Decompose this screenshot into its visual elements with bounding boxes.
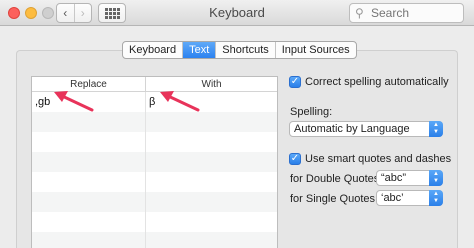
popup-arrows-icon: ▲ ▼ (429, 190, 443, 206)
double-quotes-value: “abc” (381, 172, 407, 184)
single-quotes-select[interactable]: ‘abc’ ▲ ▼ (376, 190, 443, 206)
table-row[interactable] (32, 112, 277, 132)
spelling-value: Automatic by Language (294, 123, 410, 135)
checkmark-icon: ✓ (289, 153, 301, 165)
annotation-arrow-icon (160, 91, 200, 112)
checkmark-icon: ✓ (289, 76, 301, 88)
spelling-select[interactable]: Automatic by Language ▲ ▼ (289, 121, 443, 137)
table-row[interactable] (32, 152, 277, 172)
table-row[interactable] (32, 132, 277, 152)
spelling-label: Spelling: (290, 106, 333, 118)
search-field[interactable]: ⚲ (349, 3, 464, 23)
search-icon: ⚲ (355, 6, 364, 20)
popup-arrows-icon: ▲ ▼ (429, 170, 443, 186)
single-quotes-value: ‘abc’ (381, 192, 404, 204)
tab-text[interactable]: Text (183, 42, 217, 58)
annotation-arrow-icon (54, 91, 94, 112)
tab-bar: Keyboard Text Shortcuts Input Sources (122, 41, 357, 59)
table-row[interactable] (32, 232, 277, 248)
double-quotes-label: for Double Quotes (290, 173, 380, 185)
title-bar: ‹ › Keyboard ⚲ (0, 0, 474, 26)
tab-keyboard[interactable]: Keyboard (123, 42, 184, 58)
correct-spelling-checkbox[interactable]: ✓ Correct spelling automatically (289, 76, 449, 88)
double-quotes-select[interactable]: “abc” ▲ ▼ (376, 170, 443, 186)
tab-input-sources[interactable]: Input Sources (276, 42, 356, 58)
single-quotes-label: for Single Quotes (290, 193, 375, 205)
table-row[interactable] (32, 212, 277, 232)
table-body: ,gb β (32, 92, 277, 248)
table-row[interactable] (32, 172, 277, 192)
popup-arrows-icon: ▲ ▼ (429, 121, 443, 137)
correct-spelling-label: Correct spelling automatically (305, 76, 449, 88)
search-input[interactable] (371, 6, 451, 20)
tab-shortcuts[interactable]: Shortcuts (216, 42, 276, 58)
smart-quotes-checkbox[interactable]: ✓ Use smart quotes and dashes (289, 153, 451, 165)
table-row[interactable] (32, 192, 277, 212)
smart-quotes-label: Use smart quotes and dashes (305, 153, 452, 165)
